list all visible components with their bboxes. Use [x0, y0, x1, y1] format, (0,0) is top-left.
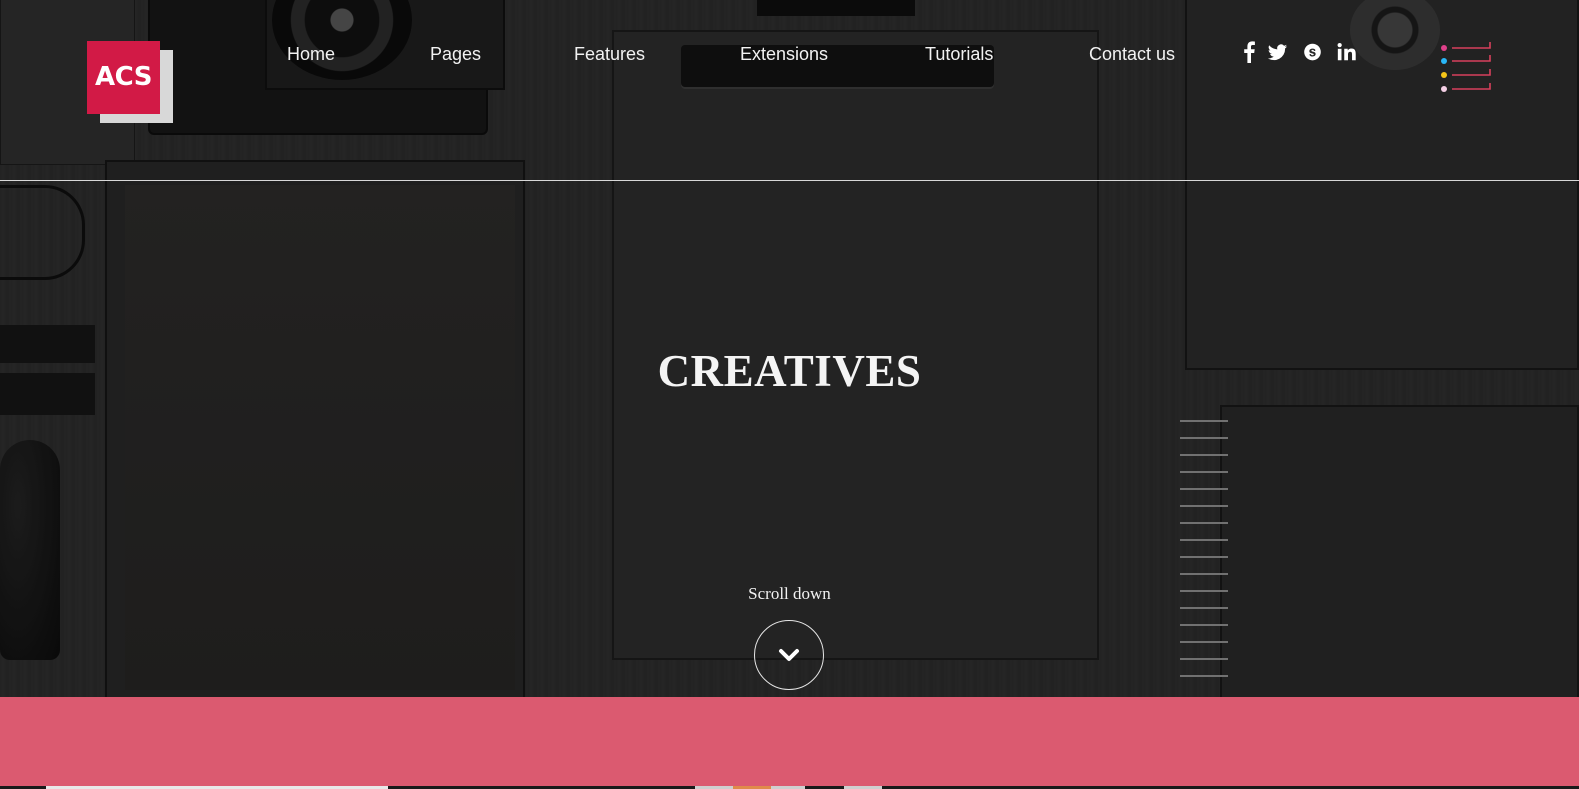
- nav-tutorials[interactable]: Tutorials: [925, 44, 993, 70]
- menu-toggle-button[interactable]: [1440, 40, 1495, 96]
- pink-section: [0, 697, 1579, 786]
- menu-dot: [1441, 72, 1447, 78]
- scroll-down-button[interactable]: [754, 620, 824, 690]
- menu-line: [1452, 83, 1491, 90]
- chevron-down-icon: [778, 648, 799, 661]
- menu-line: [1452, 55, 1491, 62]
- header-divider: [0, 180, 1579, 181]
- nav-contact-us[interactable]: Contact us: [1089, 44, 1175, 70]
- nav-home[interactable]: Home: [287, 44, 335, 70]
- nav-extensions[interactable]: Extensions: [740, 44, 828, 70]
- hero-title: CREATIVES: [657, 346, 922, 396]
- menu-line: [1452, 69, 1491, 76]
- twitter-icon[interactable]: [1266, 41, 1288, 65]
- nav-pages[interactable]: Pages: [430, 44, 481, 70]
- nav-features[interactable]: Features: [574, 44, 645, 70]
- menu-line: [1452, 42, 1491, 49]
- menu-dot: [1441, 45, 1447, 51]
- skype-icon[interactable]: [1301, 41, 1323, 65]
- site-logo[interactable]: ACS: [87, 41, 173, 123]
- menu-dot: [1441, 86, 1447, 92]
- linkedin-icon[interactable]: [1335, 41, 1359, 65]
- scroll-down-label: Scroll down: [748, 584, 831, 603]
- logo-text: ACS: [87, 41, 160, 114]
- facebook-icon[interactable]: [1238, 41, 1260, 65]
- menu-dot: [1441, 58, 1447, 64]
